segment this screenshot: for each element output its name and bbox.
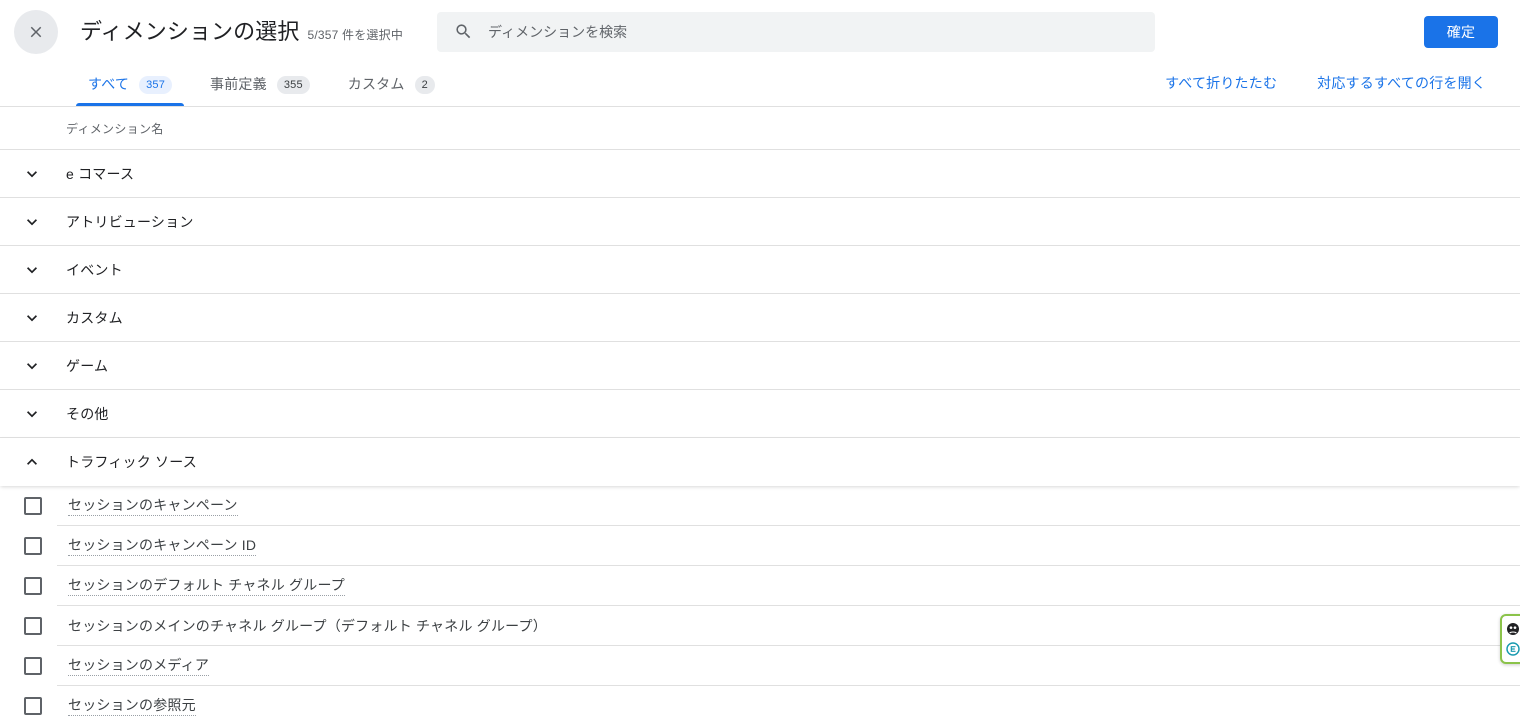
- list-item-label: セッションのメインのチャネル グループ（デフォルト チャネル グループ）: [68, 617, 547, 634]
- group-row-custom[interactable]: カスタム: [0, 294, 1520, 342]
- tab-all[interactable]: すべて 357: [76, 63, 185, 106]
- checkbox[interactable]: [24, 537, 42, 555]
- tab-bar: すべて 357 事前定義 355 カスタム 2 すべて折りたたむ 対応するすべて…: [0, 63, 1520, 106]
- table-column-header: ディメンション名: [0, 107, 1520, 150]
- checkbox[interactable]: [24, 577, 42, 595]
- tab-all-label: すべて: [88, 75, 130, 92]
- checkbox[interactable]: [24, 497, 42, 515]
- group-label: アトリビューション: [66, 213, 194, 230]
- search-box[interactable]: [437, 11, 1156, 52]
- group-label: e コマース: [66, 165, 135, 182]
- tab-all-badge: 357: [139, 75, 173, 94]
- group-label: ゲーム: [66, 357, 109, 374]
- page-title: ディメンションの選択: [80, 18, 300, 44]
- list-item[interactable]: セッションのメディア: [0, 646, 1520, 686]
- tab-custom-badge: 2: [414, 75, 435, 94]
- list-item[interactable]: セッションのキャンペーン ID: [0, 526, 1520, 566]
- list-item-label: セッションのキャンペーン: [68, 496, 238, 516]
- chevron-down-icon: [20, 306, 44, 330]
- list-item[interactable]: セッションのデフォルト チャネル グループ: [0, 566, 1520, 606]
- dimension-picker-dialog: ディメンションの選択 5/357 件を選択中 確定 すべて 357 事前定義 3…: [0, 0, 1520, 725]
- group-row-event[interactable]: イベント: [0, 246, 1520, 294]
- list-item-label: セッションの参照元: [68, 696, 196, 716]
- dialog-header: ディメンションの選択 5/357 件を選択中 確定: [0, 0, 1520, 63]
- chevron-down-icon: [20, 210, 44, 234]
- chevron-down-icon: [20, 258, 44, 282]
- checkbox[interactable]: [24, 617, 42, 635]
- list-item-label: セッションのキャンペーン ID: [68, 536, 257, 556]
- tab-predefined[interactable]: 事前定義 355: [198, 63, 322, 106]
- collapse-all-button[interactable]: すべて折りたたむ: [1157, 69, 1285, 97]
- column-header-dimension-name: ディメンション名: [66, 121, 164, 136]
- confirm-button[interactable]: 確定: [1424, 15, 1498, 48]
- list-item[interactable]: セッションのキャンペーン: [0, 486, 1520, 526]
- search-input[interactable]: [488, 11, 1140, 52]
- chevron-down-icon: [20, 354, 44, 378]
- group-label: その他: [66, 405, 109, 422]
- list-item-label: セッションのデフォルト チャネル グループ: [68, 576, 345, 596]
- search-icon: [453, 22, 473, 42]
- checkbox[interactable]: [24, 697, 42, 715]
- tab-predefined-label: 事前定義: [210, 75, 267, 92]
- close-icon: [27, 23, 45, 41]
- tab-custom[interactable]: カスタム 2: [336, 63, 447, 106]
- group-row-game[interactable]: ゲーム: [0, 342, 1520, 390]
- extension-widget[interactable]: [1500, 614, 1520, 664]
- selected-count-label: 5/357 件を選択中: [307, 27, 404, 42]
- group-row-ecommerce[interactable]: e コマース: [0, 150, 1520, 198]
- tab-list: すべて 357 事前定義 355 カスタム 2: [76, 63, 447, 106]
- group-row-traffic-source[interactable]: トラフィック ソース: [0, 438, 1520, 486]
- close-button[interactable]: [14, 9, 58, 54]
- checkbox[interactable]: [24, 657, 42, 675]
- expand-all-button[interactable]: 対応するすべての行を開く: [1309, 69, 1494, 97]
- group-row-other[interactable]: その他: [0, 390, 1520, 438]
- title-group: ディメンションの選択 5/357 件を選択中: [80, 18, 403, 46]
- chevron-down-icon: [20, 162, 44, 186]
- chevron-up-icon: [20, 450, 44, 474]
- group-row-attribution[interactable]: アトリビューション: [0, 198, 1520, 246]
- group-label: トラフィック ソース: [66, 454, 197, 470]
- tab-custom-label: カスタム: [347, 75, 405, 92]
- dimension-table: ディメンション名 e コマース アトリビューション イベント カスタム ゲーム …: [0, 106, 1520, 725]
- list-item[interactable]: セッションのメインのチャネル グループ（デフォルト チャネル グループ）: [0, 606, 1520, 646]
- circle-e-icon[interactable]: [1505, 641, 1520, 657]
- group-label: イベント: [66, 261, 123, 278]
- group-label: カスタム: [66, 309, 123, 326]
- bug-icon[interactable]: [1505, 621, 1520, 637]
- list-item-label: セッションのメディア: [68, 656, 210, 676]
- tab-predefined-badge: 355: [276, 75, 310, 94]
- tab-actions: すべて折りたたむ 対応するすべての行を開く: [1157, 69, 1506, 106]
- list-item[interactable]: セッションの参照元: [0, 686, 1520, 725]
- chevron-down-icon: [20, 402, 44, 426]
